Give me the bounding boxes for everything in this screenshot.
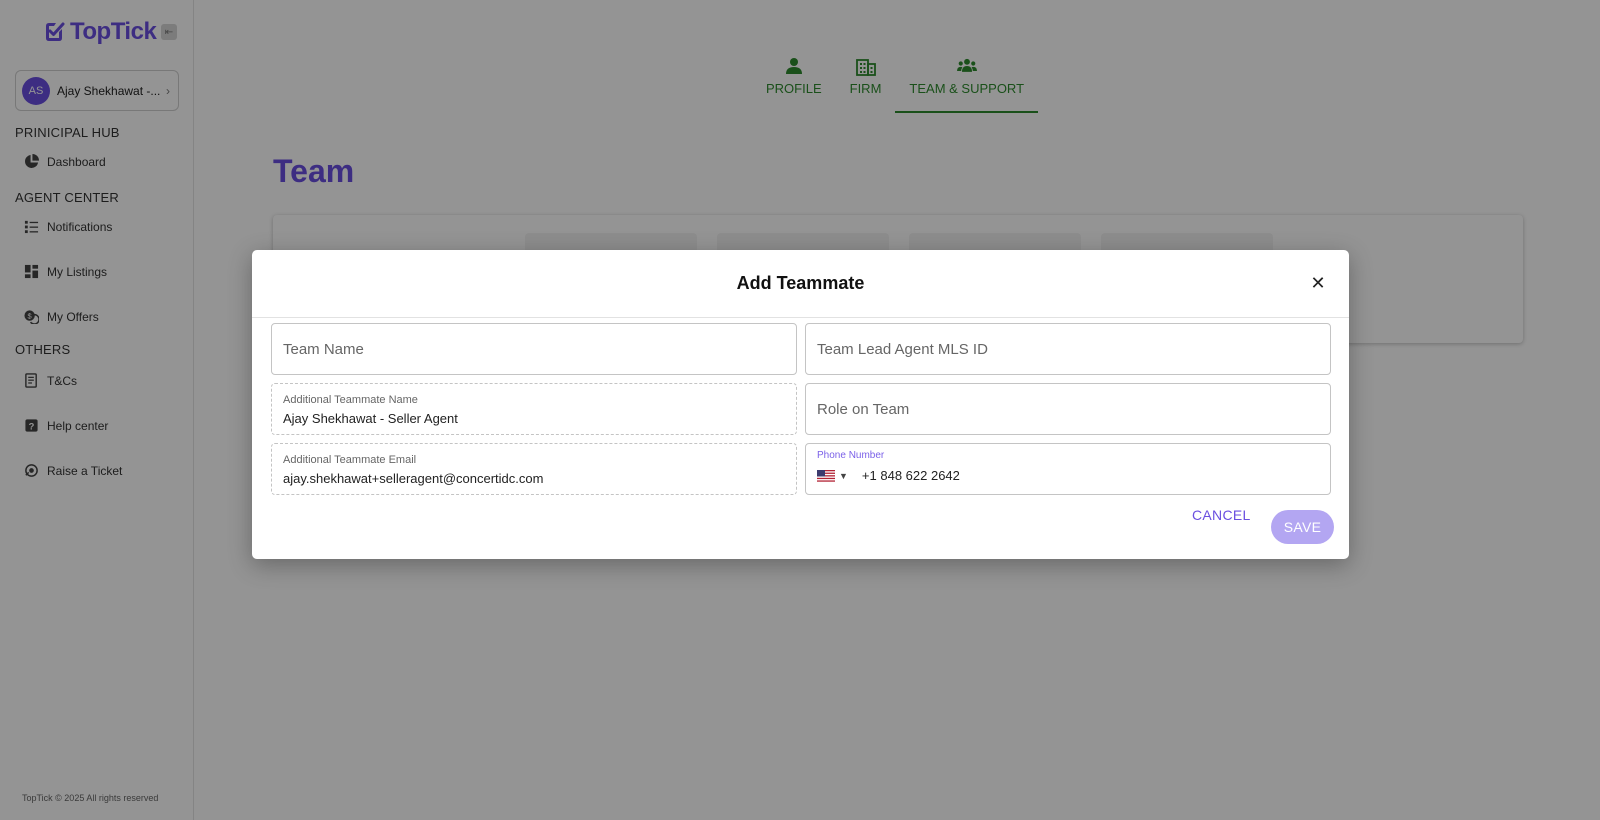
close-icon[interactable]: ✕ — [1309, 273, 1327, 293]
teammate-email-field[interactable]: Additional Teammate Email ajay.shekhawat… — [271, 443, 797, 495]
phone-number-field[interactable]: Phone Number ▼ +1 848 622 2642 — [805, 443, 1331, 495]
country-selector[interactable]: ▼ — [817, 469, 848, 482]
chevron-down-icon: ▼ — [839, 470, 848, 481]
teammate-name-value: Ajay Shekhawat - Seller Agent — [283, 411, 458, 426]
dialog-header: Add Teammate ✕ — [252, 250, 1349, 318]
phone-number-label: Phone Number — [817, 450, 885, 461]
dialog-title: Add Teammate — [736, 273, 865, 293]
role-input[interactable] — [806, 384, 1330, 434]
phone-row: ▼ +1 848 622 2642 — [817, 468, 960, 483]
save-button[interactable]: SAVE — [1271, 510, 1334, 544]
add-teammate-dialog: Add Teammate ✕ Additional Teammate Name … — [252, 250, 1349, 559]
phone-number-value[interactable]: +1 848 622 2642 — [862, 468, 960, 483]
teammate-name-field[interactable]: Additional Teammate Name Ajay Shekhawat … — [271, 383, 797, 435]
teammate-email-label: Additional Teammate Email — [283, 454, 417, 466]
teammate-email-value: ajay.shekhawat+selleragent@concertidc.co… — [283, 471, 544, 486]
us-flag-icon — [817, 469, 835, 482]
team-lead-mls-field[interactable] — [805, 323, 1331, 375]
team-name-input[interactable] — [272, 324, 796, 374]
team-name-field[interactable] — [271, 323, 797, 375]
team-lead-mls-input[interactable] — [806, 324, 1330, 374]
cancel-button[interactable]: CANCEL — [1192, 507, 1251, 523]
role-field[interactable] — [805, 383, 1331, 435]
teammate-name-label: Additional Teammate Name — [283, 394, 418, 406]
